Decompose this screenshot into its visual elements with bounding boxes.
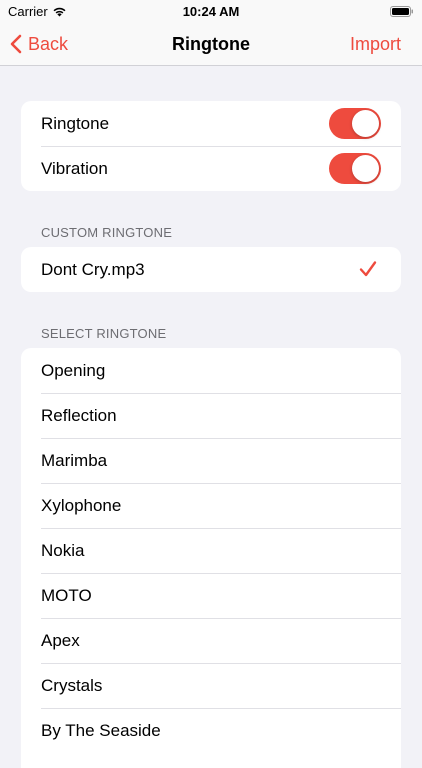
custom-ringtone-row[interactable]: Dont Cry.mp3: [21, 247, 401, 292]
ringtone-option-row[interactable]: Reflection: [21, 393, 401, 438]
import-button[interactable]: Import: [350, 22, 401, 66]
ringtone-option-row[interactable]: MOTO: [21, 573, 401, 618]
ringtone-option-label: Nokia: [41, 540, 85, 560]
ringtone-option-row[interactable]: Opening: [21, 348, 401, 393]
toggle-knob: [352, 110, 379, 137]
custom-ringtone-header: CUSTOM RINGTONE: [41, 225, 173, 240]
ringtone-option-row[interactable]: Nokia: [21, 528, 401, 573]
checkmark-icon: [359, 261, 377, 277]
ringtone-option-label: Marimba: [41, 450, 108, 470]
ringtone-toggle-label: Ringtone: [41, 113, 110, 133]
status-time: 10:24 AM: [182, 4, 240, 19]
navigation-bar: Back Ringtone Import: [0, 22, 422, 66]
custom-ringtone-group: Dont Cry.mp3: [21, 247, 401, 292]
ringtone-option-label: Crystals: [41, 675, 103, 695]
vibration-toggle[interactable]: [329, 153, 381, 184]
ringtone-option-label: Xylophone: [41, 495, 122, 515]
ringtone-option-row[interactable]: Apex: [21, 618, 401, 663]
ringtone-option-label: MOTO: [41, 585, 92, 605]
toggle-knob: [352, 155, 379, 182]
ringtone-option-label: Apex: [41, 630, 80, 650]
ringtone-option-row[interactable]: Crystals: [21, 663, 401, 708]
battery-icon: [390, 6, 413, 17]
ringtone-toggle[interactable]: [329, 108, 381, 139]
ringtone-toggle-row: Ringtone: [21, 101, 401, 146]
ringtone-option-label: Opening: [41, 360, 106, 380]
custom-ringtone-label: Dont Cry.mp3: [41, 259, 145, 279]
ringtone-option-row[interactable]: Xylophone: [21, 483, 401, 528]
status-bar: Carrier 10:24 AM: [0, 0, 422, 22]
vibration-toggle-label: Vibration: [41, 158, 108, 178]
ringtone-option-label: By The Seaside: [41, 720, 161, 740]
ringtone-option-row[interactable]: By The Seaside: [21, 708, 401, 753]
ringtone-option-label: Reflection: [41, 405, 117, 425]
vibration-toggle-row: Vibration: [21, 146, 401, 191]
select-ringtone-header: SELECT RINGTONE: [41, 326, 167, 341]
toggle-group: Ringtone Vibration: [21, 101, 401, 191]
select-ringtone-group: Opening Reflection Marimba Xylophone Nok…: [21, 348, 401, 768]
ringtone-option-row[interactable]: Marimba: [21, 438, 401, 483]
